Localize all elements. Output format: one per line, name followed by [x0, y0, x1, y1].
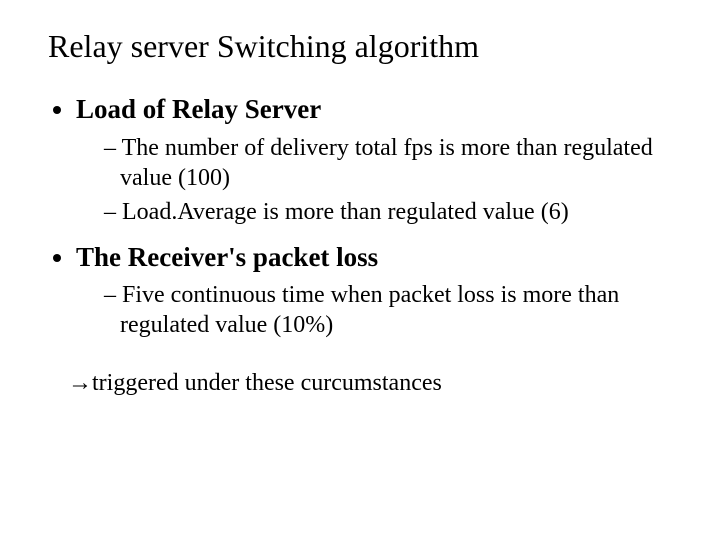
bullet-item: The Receiver's packet loss Five continuo…	[76, 241, 672, 341]
bullet-label: The Receiver's packet loss	[76, 242, 378, 272]
sub-item: Five continuous time when packet loss is…	[104, 280, 672, 340]
bullet-label: Load of Relay Server	[76, 94, 321, 124]
sub-list: The number of delivery total fps is more…	[104, 133, 672, 227]
sub-item: Load.Average is more than regulated valu…	[104, 197, 672, 227]
footer-line: →triggered under these curcumstances	[68, 368, 672, 398]
slide-title: Relay server Switching algorithm	[48, 28, 672, 65]
sub-list: Five continuous time when packet loss is…	[104, 280, 672, 340]
slide: Relay server Switching algorithm Load of…	[0, 0, 720, 540]
sub-item: The number of delivery total fps is more…	[104, 133, 672, 193]
bullet-list: Load of Relay Server The number of deliv…	[76, 93, 672, 341]
bullet-item: Load of Relay Server The number of deliv…	[76, 93, 672, 227]
